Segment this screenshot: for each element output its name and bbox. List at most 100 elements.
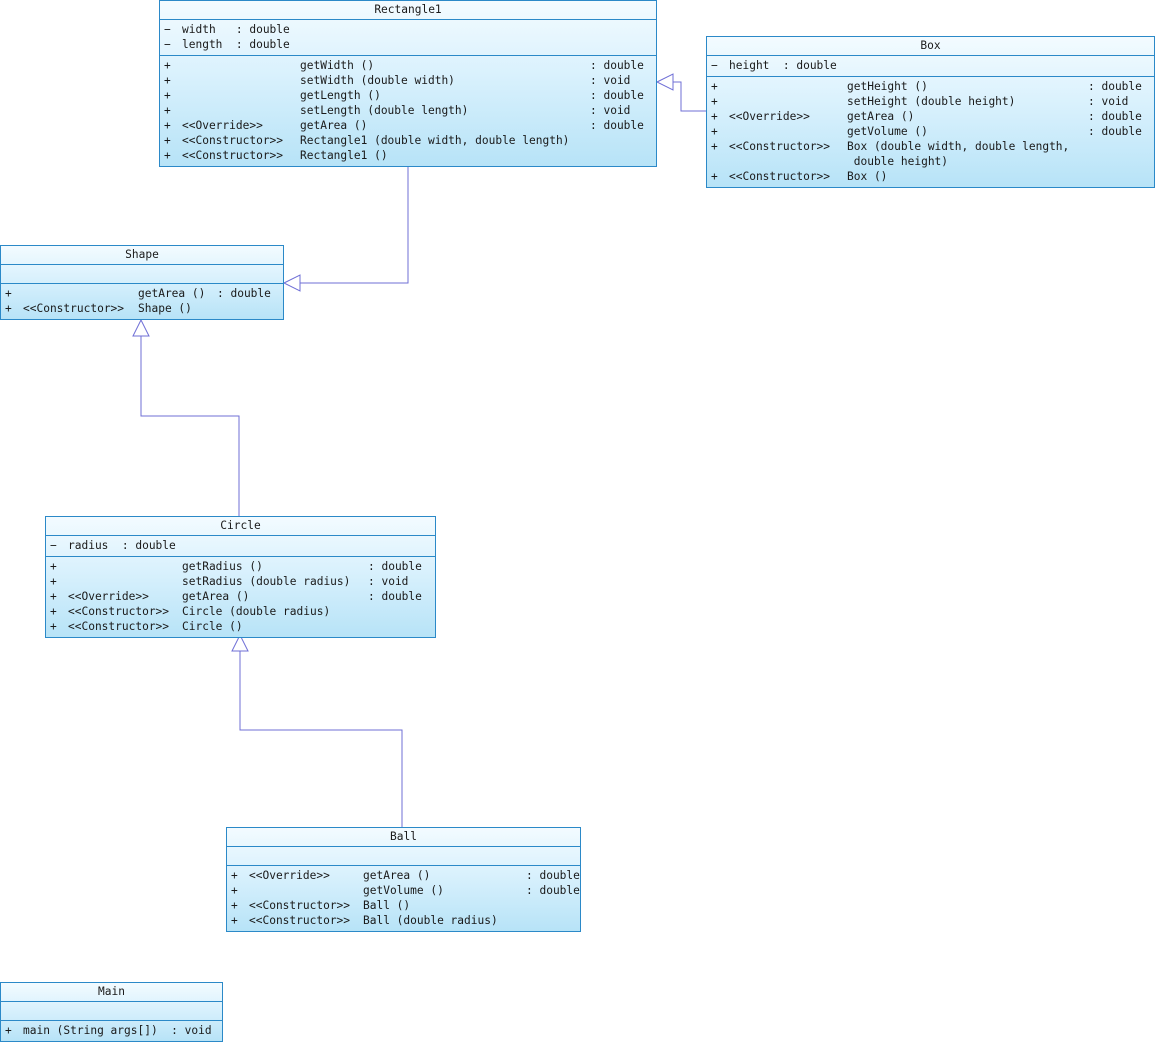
method-signature: getArea () [138,287,206,300]
stereotype: <<Override>> [249,869,330,882]
method-row: + <<Constructor>> Rectangle1 (double width… [164,133,656,148]
class-name: Main [1,983,222,1002]
method-row: + <<Override>> getArea (): double [50,589,435,604]
method-row: + <<Override>> getArea (): double [164,118,656,133]
return-type: : void [590,104,631,117]
visibility-marker: + [50,620,57,633]
visibility-marker: + [711,110,718,123]
attribute-row: − height : double [711,58,1154,73]
method-signature: Circle () [182,620,243,633]
return-type: : double [590,89,644,102]
method-signature: getVolume () [363,884,444,897]
generalization-arrowhead [282,274,301,292]
stereotype: <<Constructor>> [68,605,170,618]
class-name: Circle [46,517,435,536]
visibility-marker: + [711,95,718,108]
method-signature: setRadius (double radius) [182,575,351,588]
visibility-marker: + [711,170,718,183]
method-row: + setHeight (double height) : void [711,94,1154,109]
visibility-marker: + [164,74,171,87]
return-type: : void [368,575,409,588]
method-row: + <<Constructor>> Ball (double radius) [231,913,580,928]
method-row: + <<Constructor>> Circle (double radius) [50,604,435,619]
visibility-marker: + [50,575,57,588]
method-row: + <<Constructor>> Circle () [50,619,435,634]
visibility-marker: + [711,140,718,153]
method-signature-continued: double height) [847,155,949,168]
visibility-marker: + [50,605,57,618]
method-compartment: + main (String args[]) : void [1,1021,222,1041]
attribute-text: height : double [729,59,837,72]
attribute-text: width : double [182,23,290,36]
method-signature: getArea () [300,119,368,132]
attribute-row: − radius : double [50,538,435,553]
return-type: : double [217,287,271,300]
method-row: + getRadius (): double [50,559,435,574]
attribute-text: length : double [182,38,290,51]
method-signature: getArea () [182,590,250,603]
method-compartment: + getHeight (): double + setHeight (double … [707,77,1154,187]
method-signature: getWidth () [300,59,375,72]
stereotype: <<Constructor>> [182,134,284,147]
return-type: : void [1088,95,1129,108]
return-type: : void [590,74,631,87]
return-type: : double [526,884,580,897]
visibility-marker: + [231,869,238,882]
method-signature: main (String args[]) : void [23,1024,212,1037]
method-row: + getLength () : double [164,88,656,103]
method-signature: Ball () [363,899,411,912]
visibility-marker: − [164,38,171,51]
method-signature: getLength () [300,89,381,102]
visibility-marker: + [50,560,57,573]
method-row: + <<Override>> getArea (): double [231,868,580,883]
class-rectangle1[interactable]: Rectangle1 − width : double − length : doub… [159,0,657,167]
visibility-marker: + [164,149,171,162]
method-signature: Ball (double radius) [363,914,498,927]
class-box[interactable]: Box − height : double + getHeight (): doub… [706,36,1155,188]
visibility-marker: + [50,590,57,603]
method-row: + main (String args[]) : void [5,1023,222,1038]
class-circle[interactable]: Circle − radius : double + getRadius (): d… [45,516,436,638]
class-ball[interactable]: Ball + <<Override>> getArea (): double + get… [226,827,581,932]
method-row: + getHeight (): double [711,79,1154,94]
generalization-arrowhead [132,318,150,337]
visibility-marker: + [231,884,238,897]
return-type: : double [1088,125,1142,138]
stereotype: <<Constructor>> [249,899,351,912]
class-name: Ball [227,828,580,847]
stereotype: <<Constructor>> [68,620,170,633]
visibility-marker: + [711,80,718,93]
method-signature: setWidth (double width) [300,74,455,87]
visibility-marker: − [50,539,57,552]
attribute-row: − width : double [164,22,656,37]
visibility-marker: + [164,134,171,147]
method-row: + <<Override>> getArea (): double [711,109,1154,124]
method-signature: Box () [847,170,888,183]
visibility-marker: + [164,89,171,102]
method-signature: setHeight (double height) [847,95,1016,108]
stereotype: <<Constructor>> [23,302,125,315]
stereotype: <<Constructor>> [249,914,351,927]
method-row: + <<Constructor>> Rectangle1 () [164,148,656,163]
generalization-arrowhead [655,73,674,91]
visibility-marker: + [711,125,718,138]
return-type: : double [526,869,580,882]
stereotype: <<Override>> [182,119,263,132]
return-type: : double [590,119,644,132]
attribute-row: − length : double [164,37,656,52]
method-row: + getArea (): double [5,286,283,301]
visibility-marker: + [164,59,171,72]
method-signature: getArea () [847,110,915,123]
method-signature: getVolume () [847,125,928,138]
visibility-marker: + [5,1024,12,1037]
class-main[interactable]: Main + main (String args[]) : void [0,982,223,1042]
return-type: : double [368,590,422,603]
method-row: + <<Constructor>> Box (double width, doubl… [711,139,1154,169]
class-shape[interactable]: Shape + getArea (): double + <<Constructor>… [0,245,284,320]
visibility-marker: + [164,104,171,117]
attribute-compartment [1,265,283,284]
visibility-marker: + [5,302,12,315]
attribute-compartment: − height : double [707,56,1154,77]
method-signature: Rectangle1 (double width, double length) [300,134,570,147]
attribute-text: radius : double [68,539,176,552]
